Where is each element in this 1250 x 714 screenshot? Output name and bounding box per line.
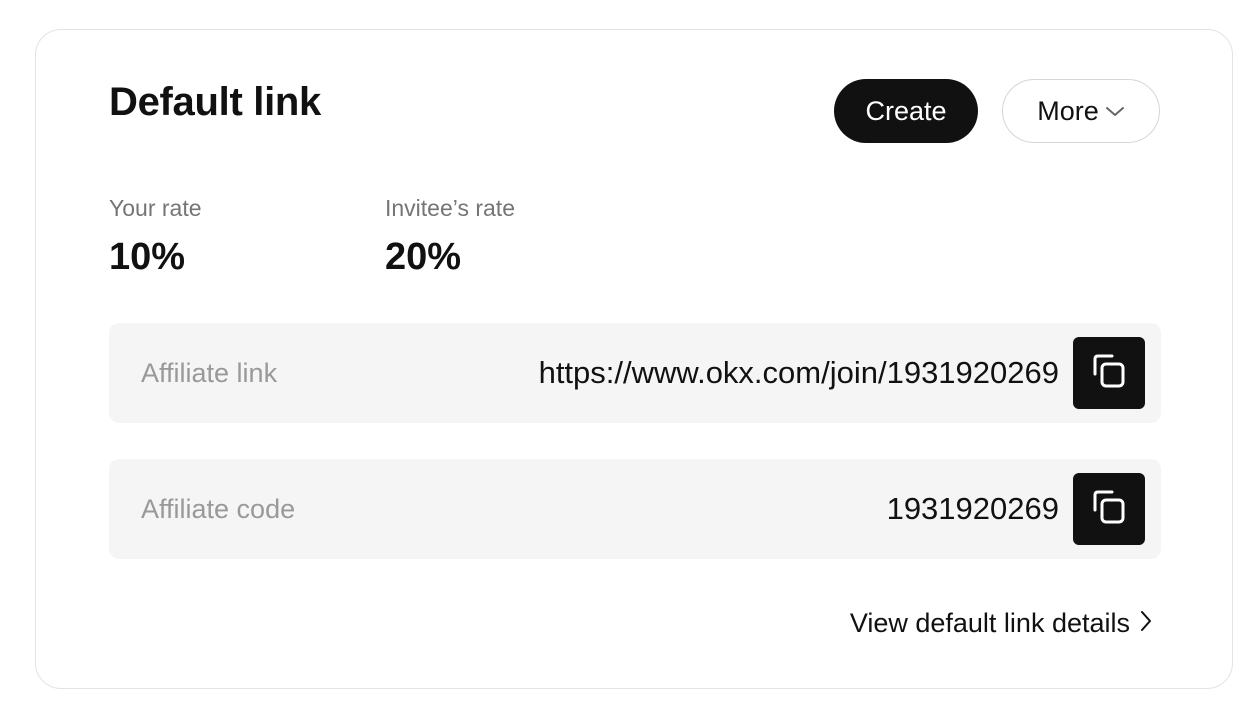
affiliate-link-label: Affiliate link <box>141 357 278 388</box>
affiliate-code-value[interactable]: 1931920269 <box>887 459 1059 559</box>
view-default-link-details-link[interactable]: View default link details <box>850 607 1152 639</box>
card-title: Default link <box>109 80 321 124</box>
chevron-right-icon <box>1140 607 1152 639</box>
copy-affiliate-link-button[interactable] <box>1073 337 1145 409</box>
more-button-label: More <box>1037 95 1099 126</box>
your-rate-value: 10% <box>109 236 186 278</box>
create-button-label: Create <box>865 95 947 126</box>
invitee-rate-value: 20% <box>385 236 462 278</box>
chevron-down-icon <box>1105 104 1125 118</box>
copy-icon <box>1088 350 1130 397</box>
your-rate-block: Your rate 10% <box>109 194 202 278</box>
affiliate-code-field: Affiliate code 1931920269 <box>109 459 1161 559</box>
more-dropdown-button[interactable]: More <box>1002 79 1160 143</box>
affiliate-code-label: Affiliate code <box>141 493 296 524</box>
affiliate-link-field: Affiliate link https://www.okx.com/join/… <box>109 323 1161 423</box>
copy-affiliate-code-button[interactable] <box>1073 473 1145 545</box>
details-link-label: View default link details <box>849 608 1130 638</box>
invitee-rate-label: Invitee’s rate <box>385 195 515 221</box>
your-rate-label: Your rate <box>109 195 202 221</box>
default-link-card: Default link Create More Your rate 10% I… <box>35 29 1233 689</box>
copy-icon <box>1088 486 1130 533</box>
invitee-rate-block: Invitee’s rate 20% <box>385 194 515 278</box>
create-button[interactable]: Create <box>834 79 978 143</box>
affiliate-link-value[interactable]: https://www.okx.com/join/1931920269 <box>539 323 1059 423</box>
